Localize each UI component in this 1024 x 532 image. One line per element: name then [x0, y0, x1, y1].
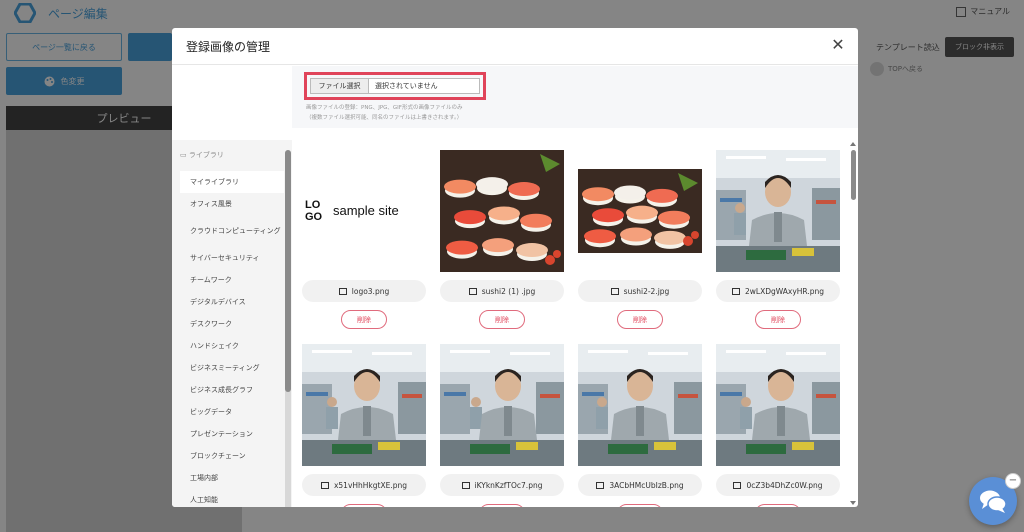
- library-sidebar: ▭ ライブラリ マイライブラリ オフィス風景 クラウドコンピューティング サイバーセキ…: [172, 140, 292, 507]
- filename-pill: sushi2 (1) .jpg: [440, 280, 564, 302]
- library-item[interactable]: 工場内部: [180, 467, 284, 489]
- library-item[interactable]: ハンドシェイク: [180, 335, 284, 357]
- chat-minimize-icon[interactable]: −: [1005, 473, 1021, 489]
- upload-note-line2: （複数ファイル選択可能、同名のファイルは上書きされます。）: [306, 115, 463, 121]
- upload-note-line1: 画像ファイルの登録：PNG、JPG、GIF形式の画像ファイルのみ: [306, 105, 463, 111]
- library-heading: ▭ ライブラリ: [180, 150, 224, 160]
- modal-header: 登録画像の管理 ✕: [172, 28, 858, 65]
- image-icon: [733, 481, 742, 489]
- filename-pill: sushi2-2.jpg: [578, 280, 702, 302]
- delete-button[interactable]: 削除: [755, 310, 801, 329]
- image-thumbnail[interactable]: [440, 344, 564, 466]
- library-item[interactable]: ビジネスミーティング: [180, 357, 284, 379]
- filename-pill: iKYknKzfTOc7.png: [440, 474, 564, 496]
- delete-button[interactable]: 削除: [617, 310, 663, 329]
- library-list: マイライブラリ オフィス風景 クラウドコンピューティング サイバーセキュリティ チームワ…: [180, 171, 284, 507]
- library-item[interactable]: サイバーセキュリティ: [180, 247, 284, 269]
- filename-pill: 3ACbHMcUbIzB.png: [578, 474, 702, 496]
- image-icon: [468, 287, 477, 295]
- svg-text:LO: LO: [305, 199, 321, 211]
- image-icon: [320, 481, 329, 489]
- file-input[interactable]: ファイル選択 選択されていません: [310, 78, 480, 94]
- filename-label: x51vHhHkgtXE.png: [333, 480, 408, 490]
- image-card[interactable]: 3ACbHMcUbIzB.png 削除: [578, 344, 702, 507]
- filename-label: 0cZ3b4DhZc0W.png: [746, 480, 823, 490]
- image-thumbnail[interactable]: [440, 150, 564, 272]
- library-item[interactable]: 人工知能: [180, 489, 284, 507]
- filename-label: sushi2 (1) .jpg: [481, 286, 536, 296]
- filename-label: 3ACbHMcUbIzB.png: [609, 480, 684, 490]
- delete-button[interactable]: 削除: [341, 504, 387, 507]
- image-thumbnail[interactable]: [578, 344, 702, 466]
- image-card[interactable]: LO GO sample site logo3.png 削除: [302, 150, 426, 329]
- image-card[interactable]: sushi2-2.jpg 削除: [578, 150, 702, 329]
- image-card[interactable]: iKYknKzfTOc7.png 削除: [440, 344, 564, 507]
- delete-button[interactable]: 削除: [755, 504, 801, 507]
- image-thumbnail[interactable]: [302, 344, 426, 466]
- image-icon: [596, 481, 605, 489]
- library-item[interactable]: ビジネス成長グラフ: [180, 379, 284, 401]
- upload-area: ファイル選択 選択されていません 画像ファイルの登録：PNG、JPG、GIF形式…: [292, 66, 858, 128]
- modal-title: 登録画像の管理: [186, 40, 271, 54]
- filename-pill: 0cZ3b4DhZc0W.png: [716, 474, 840, 496]
- library-item[interactable]: チームワーク: [180, 269, 284, 291]
- image-card[interactable]: sushi2 (1) .jpg 削除: [440, 150, 564, 329]
- delete-button[interactable]: 削除: [479, 504, 525, 507]
- image-card[interactable]: 2wLXDgWAxyHR.png 削除: [716, 150, 840, 329]
- library-item[interactable]: クラウドコンピューティング: [180, 215, 284, 247]
- upload-note: 画像ファイルの登録：PNG、JPG、GIF形式の画像ファイルのみ （複数ファイル…: [306, 103, 462, 123]
- filename-pill: logo3.png: [302, 280, 426, 302]
- delete-button[interactable]: 削除: [617, 504, 663, 507]
- image-thumbnail[interactable]: LO GO sample site: [302, 150, 426, 272]
- image-icon: [338, 287, 347, 295]
- image-card[interactable]: x51vHhHkgtXE.png 削除: [302, 344, 426, 507]
- image-icon: [731, 287, 740, 295]
- image-icon: [610, 287, 619, 295]
- close-icon[interactable]: ✕: [830, 37, 846, 53]
- filename-label: 2wLXDgWAxyHR.png: [744, 286, 824, 296]
- scroll-down-icon[interactable]: [850, 501, 856, 505]
- grid-scrollbar[interactable]: [850, 140, 858, 507]
- library-item[interactable]: ブロックチェーン: [180, 445, 284, 467]
- svg-text:GO: GO: [305, 211, 323, 223]
- delete-button[interactable]: 削除: [341, 310, 387, 329]
- image-thumbnail[interactable]: [716, 150, 840, 272]
- svg-text:sample site: sample site: [333, 203, 399, 218]
- file-select-button[interactable]: ファイル選択: [311, 79, 369, 93]
- library-item[interactable]: プレゼンテーション: [180, 423, 284, 445]
- library-item[interactable]: デジタルデバイス: [180, 291, 284, 313]
- library-scrollbar-thumb[interactable]: [285, 150, 291, 392]
- upload-highlight: ファイル選択 選択されていません: [304, 72, 486, 100]
- folder-icon: ▭: [180, 151, 189, 159]
- filename-label: iKYknKzfTOc7.png: [474, 480, 543, 490]
- image-icon: [461, 481, 470, 489]
- filename-label: logo3.png: [351, 286, 390, 296]
- scroll-up-icon[interactable]: [850, 142, 856, 146]
- filename-pill: x51vHhHkgtXE.png: [302, 474, 426, 496]
- library-item[interactable]: マイライブラリ: [180, 171, 284, 193]
- image-thumbnail[interactable]: [578, 150, 702, 272]
- library-heading-label: ライブラリ: [188, 151, 224, 159]
- library-item[interactable]: ビッグデータ: [180, 401, 284, 423]
- file-status-text: 選択されていません: [375, 82, 438, 90]
- filename-pill: 2wLXDgWAxyHR.png: [716, 280, 840, 302]
- image-grid: LO GO sample site logo3.png 削除 sushi2 (1) …: [292, 140, 858, 507]
- image-manager-modal: 登録画像の管理 ✕ ファイル選択 選択されていません 画像ファイルの登録：PNG…: [172, 28, 858, 507]
- library-item[interactable]: オフィス風景: [180, 193, 284, 215]
- library-item[interactable]: デスクワーク: [180, 313, 284, 335]
- image-card[interactable]: 0cZ3b4DhZc0W.png 削除: [716, 344, 840, 507]
- filename-label: sushi2-2.jpg: [623, 286, 670, 296]
- image-thumbnail[interactable]: [716, 344, 840, 466]
- library-scrollbar[interactable]: [285, 150, 291, 507]
- delete-button[interactable]: 削除: [479, 310, 525, 329]
- grid-scrollbar-thumb[interactable]: [851, 150, 856, 200]
